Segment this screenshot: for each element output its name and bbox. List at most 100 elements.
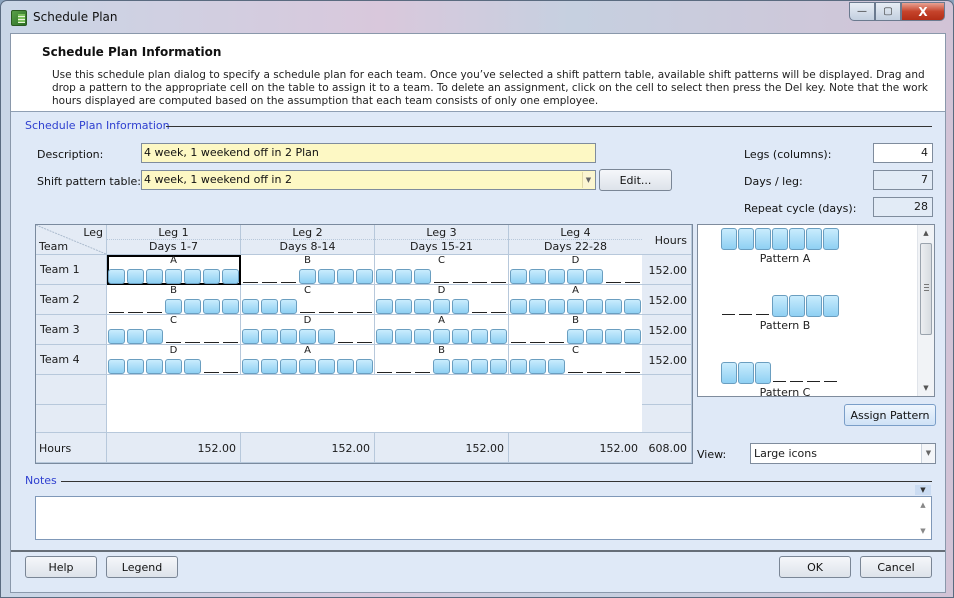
leg-hours-total-cell: 152.00 xyxy=(107,433,241,463)
work-day-icon xyxy=(547,359,566,374)
scroll-down-icon[interactable]: ▼ xyxy=(915,527,931,535)
team-hours-cell: 152.00 xyxy=(642,345,692,375)
work-day-icon xyxy=(451,329,470,344)
notes-textarea[interactable]: ▲ ▼ xyxy=(35,496,932,540)
work-day-icon xyxy=(623,299,642,314)
day-off-icon xyxy=(394,359,413,374)
day-off-icon xyxy=(489,299,508,314)
pattern-list-item[interactable]: Pattern B xyxy=(720,295,850,332)
schedule-cell[interactable]: A xyxy=(375,315,509,345)
leg-hours-total-cell: 152.00 xyxy=(241,433,375,463)
schedule-cell[interactable]: C xyxy=(241,285,375,315)
work-day-icon xyxy=(788,295,805,317)
footer-row-header: Hours xyxy=(36,433,107,463)
work-day-icon xyxy=(585,329,604,344)
work-day-icon xyxy=(805,295,822,317)
notes-menu-icon[interactable]: ▼ xyxy=(915,485,931,495)
day-off-icon xyxy=(623,269,642,284)
pattern-day-strip xyxy=(509,299,642,315)
schedule-cell[interactable]: C xyxy=(509,345,643,375)
description-input[interactable]: 4 week, 1 weekend off in 2 Plan xyxy=(141,143,596,163)
day-off-icon xyxy=(107,299,126,314)
pattern-day-strip xyxy=(107,269,240,285)
hours-column-header: Hours xyxy=(642,225,692,255)
scroll-up-icon[interactable]: ▲ xyxy=(915,501,931,509)
assign-pattern-button[interactable]: Assign Pattern xyxy=(844,404,936,426)
work-day-icon xyxy=(432,329,451,344)
legs-input[interactable]: 4 xyxy=(873,143,933,163)
day-off-icon xyxy=(355,299,374,314)
leg-column-header: Leg 1 Days 1-7 xyxy=(107,225,241,255)
pattern-list-scrollbar[interactable]: ▲ ▼ xyxy=(917,225,934,396)
chevron-down-icon[interactable]: ▼ xyxy=(582,172,594,188)
pattern-list-item[interactable]: Pattern A xyxy=(720,228,850,265)
day-off-icon xyxy=(202,359,221,374)
work-day-icon xyxy=(221,269,240,284)
leg-hours-total-cell: 152.00 xyxy=(509,433,643,463)
chevron-down-icon[interactable]: ▼ xyxy=(921,444,935,463)
pattern-letter: B xyxy=(572,315,579,326)
empty-row-hours xyxy=(642,405,692,433)
scroll-down-icon[interactable]: ▼ xyxy=(918,380,934,396)
work-day-icon xyxy=(432,359,451,374)
day-off-icon xyxy=(413,359,432,374)
empty-row-header xyxy=(36,405,107,433)
schedule-cell[interactable]: D xyxy=(375,285,509,315)
description-label: Description: xyxy=(37,148,104,161)
work-day-icon xyxy=(585,269,604,284)
minimize-icon: — xyxy=(857,6,867,17)
banner-description: Use this schedule plan dialog to specify… xyxy=(52,69,928,107)
schedule-cell[interactable]: A xyxy=(107,255,241,285)
work-day-icon xyxy=(771,295,788,317)
maximize-button[interactable]: ▢ xyxy=(875,2,901,21)
schedule-cell[interactable]: C xyxy=(375,255,509,285)
shift-pattern-table-label: Shift pattern table: xyxy=(37,175,141,188)
grip-icon xyxy=(924,284,929,291)
schedule-cell[interactable]: D xyxy=(509,255,643,285)
work-day-icon xyxy=(547,269,566,284)
schedule-cell[interactable]: D xyxy=(107,345,241,375)
work-day-icon xyxy=(279,359,298,374)
pattern-day-strip xyxy=(241,359,374,375)
edit-button[interactable]: Edit... xyxy=(599,169,672,191)
scroll-up-icon[interactable]: ▲ xyxy=(918,225,934,241)
notes-scrollbar[interactable]: ▲ ▼ xyxy=(915,497,931,539)
work-day-icon xyxy=(221,299,240,314)
day-off-icon xyxy=(585,359,604,374)
pattern-day-strip xyxy=(107,359,240,375)
pattern-day-strip xyxy=(509,329,642,345)
leg-days-label: Days 1-7 xyxy=(149,240,198,253)
cancel-button[interactable]: Cancel xyxy=(860,556,932,578)
legend-button[interactable]: Legend xyxy=(106,556,178,578)
schedule-cell[interactable]: D xyxy=(241,315,375,345)
schedule-cell[interactable]: B xyxy=(509,315,643,345)
close-button[interactable]: X xyxy=(901,2,945,21)
pattern-name: Pattern C xyxy=(759,386,811,397)
footer-divider xyxy=(11,550,945,552)
day-off-icon xyxy=(509,329,528,344)
schedule-cell[interactable]: C xyxy=(107,315,241,345)
pattern-list[interactable]: Pattern A Pattern B Pattern C ▲ ▼ xyxy=(697,224,935,397)
shift-pattern-table-combo[interactable]: 4 week, 1 weekend off in 2 ▼ xyxy=(141,170,596,190)
scroll-thumb[interactable] xyxy=(920,243,932,335)
work-day-icon xyxy=(107,359,126,374)
help-button[interactable]: Help xyxy=(25,556,97,578)
schedule-cell[interactable]: A xyxy=(509,285,643,315)
schedule-cell[interactable]: B xyxy=(241,255,375,285)
legs-label: Legs (columns): xyxy=(744,148,832,161)
day-off-icon xyxy=(805,362,822,384)
title-bar[interactable]: Schedule Plan — ▢ X xyxy=(1,1,953,33)
work-day-icon xyxy=(604,329,623,344)
view-select[interactable]: Large icons ▼ xyxy=(750,443,936,464)
work-day-icon xyxy=(623,329,642,344)
ok-button[interactable]: OK xyxy=(779,556,851,578)
schedule-cell[interactable]: A xyxy=(241,345,375,375)
pattern-list-item[interactable]: Pattern C xyxy=(720,362,850,397)
minimize-button[interactable]: — xyxy=(849,2,875,21)
work-day-icon xyxy=(241,359,260,374)
day-off-icon xyxy=(737,295,754,317)
pattern-day-strip xyxy=(720,362,850,384)
work-day-icon xyxy=(470,329,489,344)
schedule-cell[interactable]: B xyxy=(375,345,509,375)
schedule-cell[interactable]: B xyxy=(107,285,241,315)
